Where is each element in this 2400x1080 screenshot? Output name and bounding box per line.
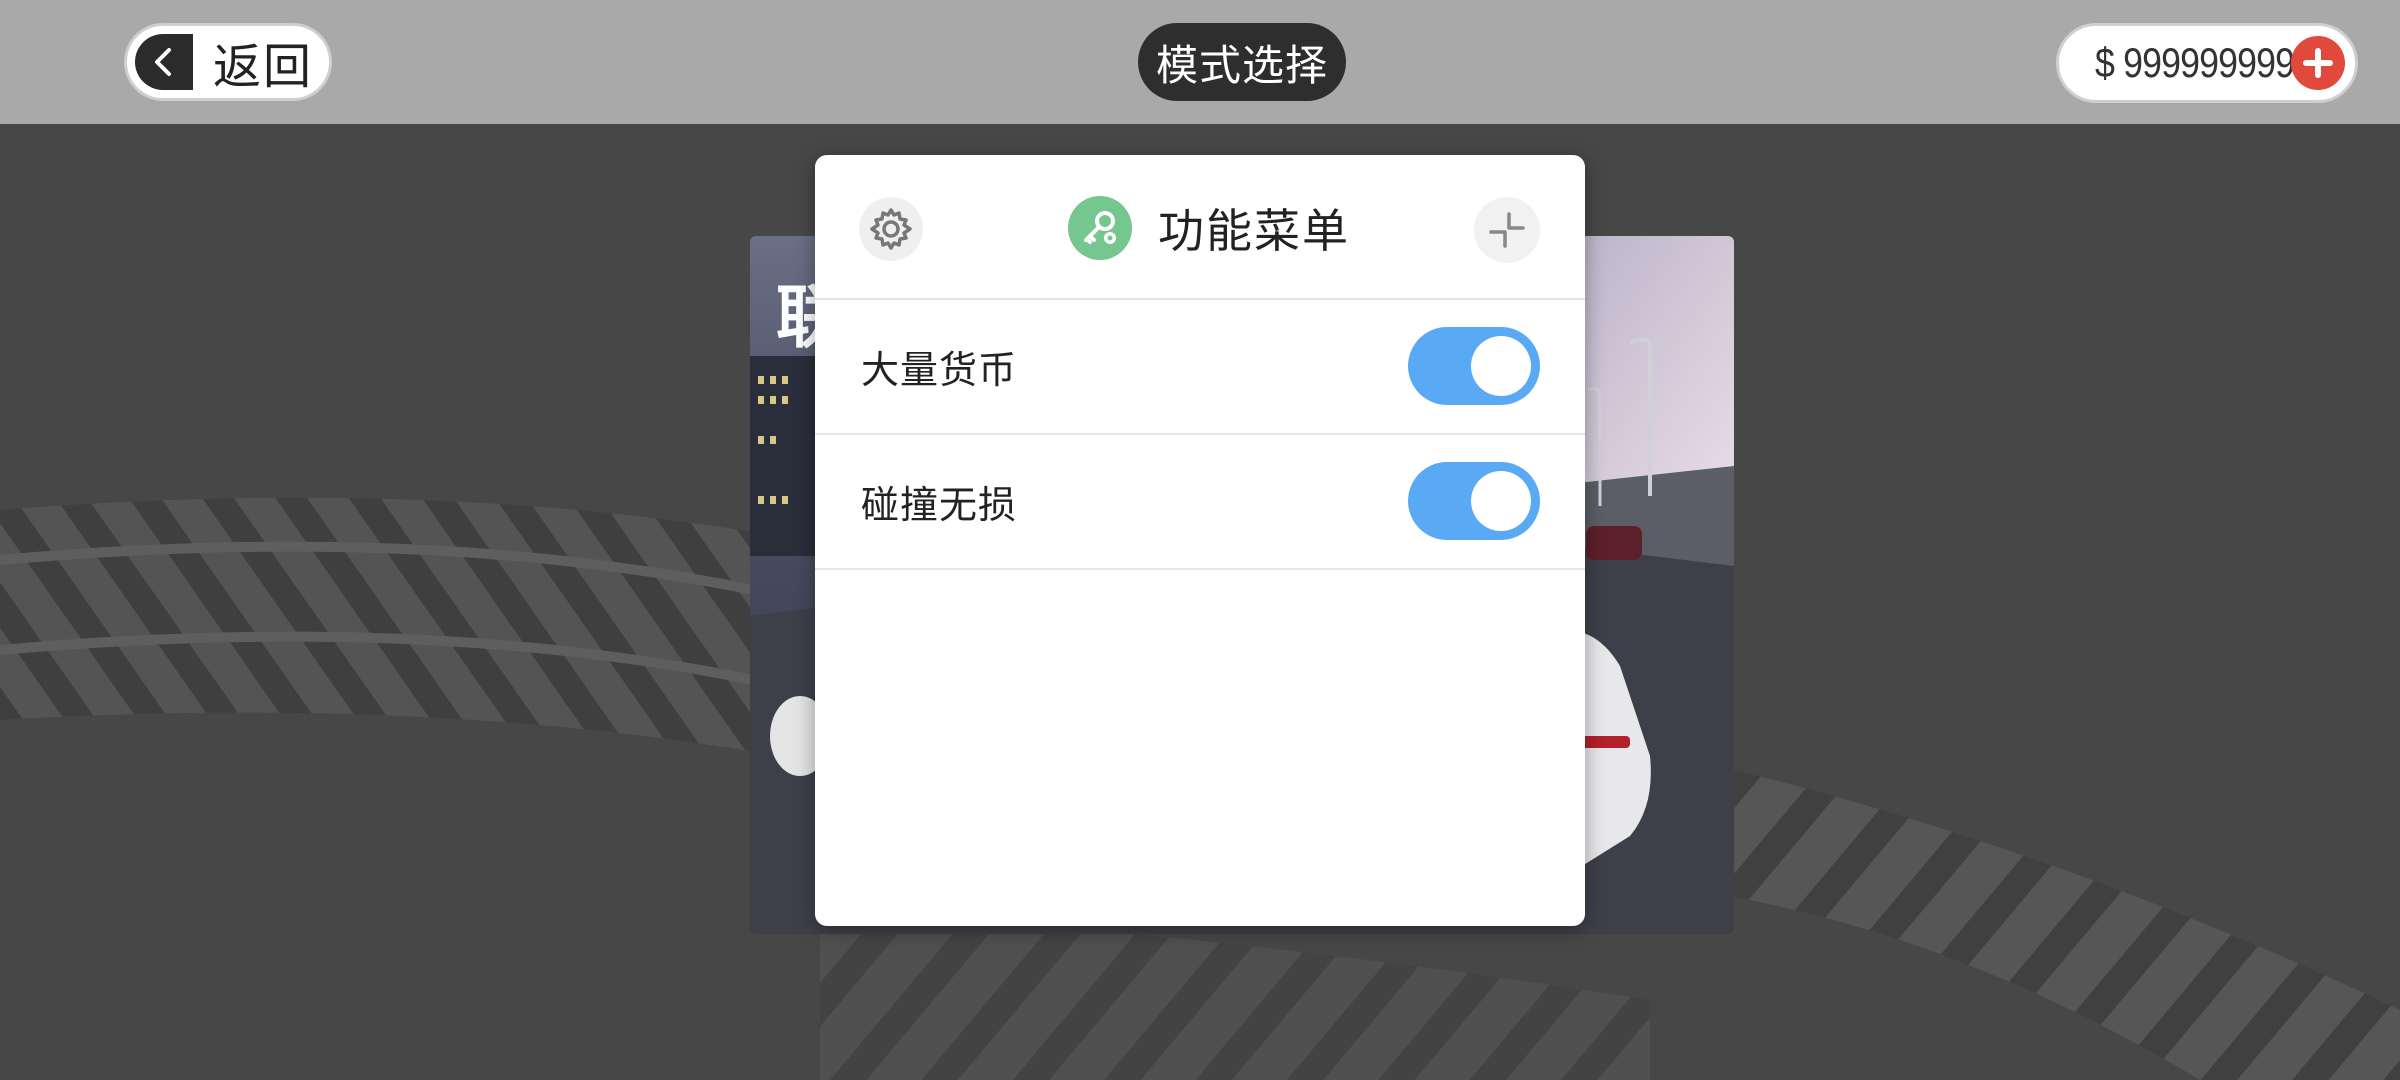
menu-row-no-damage: 碰撞无损 — [815, 435, 1585, 570]
chevron-left-icon — [135, 34, 193, 90]
currency-amount: $ 999999999 — [2095, 39, 2295, 86]
function-menu-dialog: 功能菜单 大量货币 碰撞无损 — [815, 155, 1585, 926]
add-currency-button[interactable] — [2291, 36, 2345, 90]
toggle-knob — [1471, 336, 1531, 396]
dialog-title-group: 功能菜单 — [1068, 195, 1350, 261]
menu-row-label: 大量货币 — [861, 348, 1018, 392]
back-label: 返回 — [213, 39, 314, 95]
plus-icon — [2303, 48, 2333, 78]
currency-toggle[interactable] — [1408, 327, 1540, 405]
settings-button[interactable] — [859, 197, 923, 261]
back-button[interactable]: 返回 — [124, 23, 332, 101]
dialog-title: 功能菜单 — [1158, 204, 1350, 258]
currency-display: $ 999999999 — [2056, 23, 2358, 103]
page-title: 模式选择 — [1138, 23, 1346, 101]
collapse-icon — [1489, 212, 1525, 248]
no-damage-toggle[interactable] — [1408, 462, 1540, 540]
key-icon — [1068, 196, 1132, 260]
top-bar: 返回 模式选择 $ 999999999 — [0, 0, 2400, 124]
gear-icon — [870, 208, 912, 250]
collapse-button[interactable] — [1474, 197, 1540, 263]
menu-row-currency: 大量货币 — [815, 300, 1585, 435]
dialog-header: 功能菜单 — [815, 155, 1585, 300]
toggle-knob — [1471, 471, 1531, 531]
menu-row-label: 碰撞无损 — [861, 483, 1018, 527]
